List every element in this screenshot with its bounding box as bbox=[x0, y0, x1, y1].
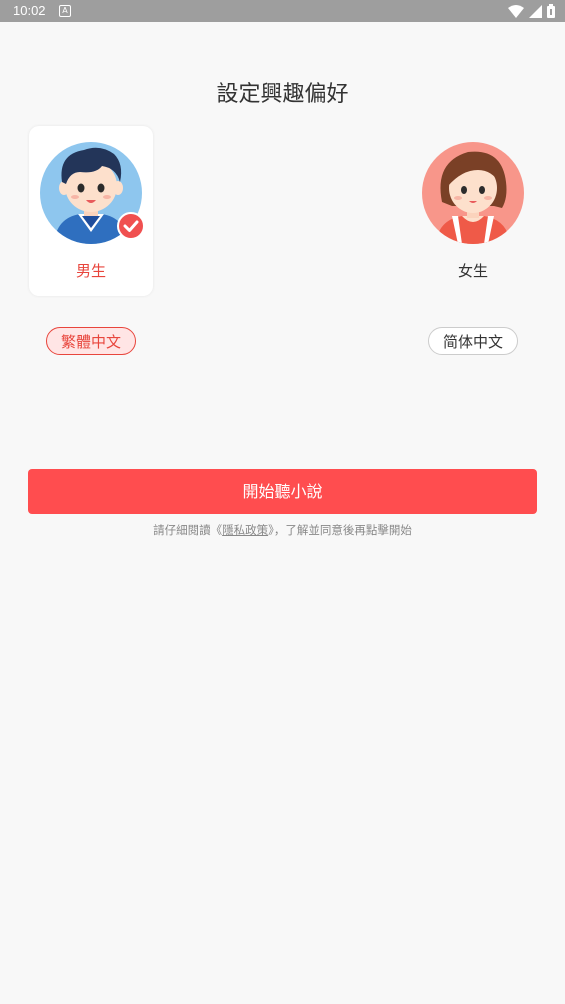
status-bar: 10:02 A bbox=[0, 0, 565, 22]
privacy-notice-prefix: 請仔細閱讀《 bbox=[153, 523, 223, 537]
privacy-policy-link[interactable]: 隱私政策 bbox=[222, 523, 268, 537]
page-title: 設定興趣偏好 bbox=[216, 82, 349, 107]
selected-check-icon bbox=[117, 212, 145, 240]
status-time: 10:02 bbox=[13, 3, 46, 18]
gender-option-male[interactable]: 男生 bbox=[29, 126, 153, 296]
language-chip-traditional[interactable]: 繁體中文 bbox=[46, 327, 136, 355]
gender-label-male: 男生 bbox=[75, 262, 106, 280]
girl-avatar-icon bbox=[422, 142, 524, 244]
signal-icon bbox=[529, 4, 542, 18]
gender-label-female: 女生 bbox=[457, 262, 488, 280]
wifi-icon bbox=[508, 4, 524, 18]
notification-icon: A bbox=[59, 5, 71, 17]
start-button[interactable]: 開始聽小說 bbox=[28, 469, 537, 514]
language-chip-simplified[interactable]: 简体中文 bbox=[428, 327, 518, 355]
privacy-notice: 請仔細閱讀《隱私政策》，了解並同意後再點擊開始 bbox=[0, 522, 565, 538]
status-icons bbox=[508, 4, 555, 18]
gender-option-female[interactable]: 女生 bbox=[411, 126, 535, 296]
privacy-notice-suffix: 》，了解並同意後再點擊開始 bbox=[268, 523, 412, 537]
battery-icon bbox=[547, 4, 555, 18]
